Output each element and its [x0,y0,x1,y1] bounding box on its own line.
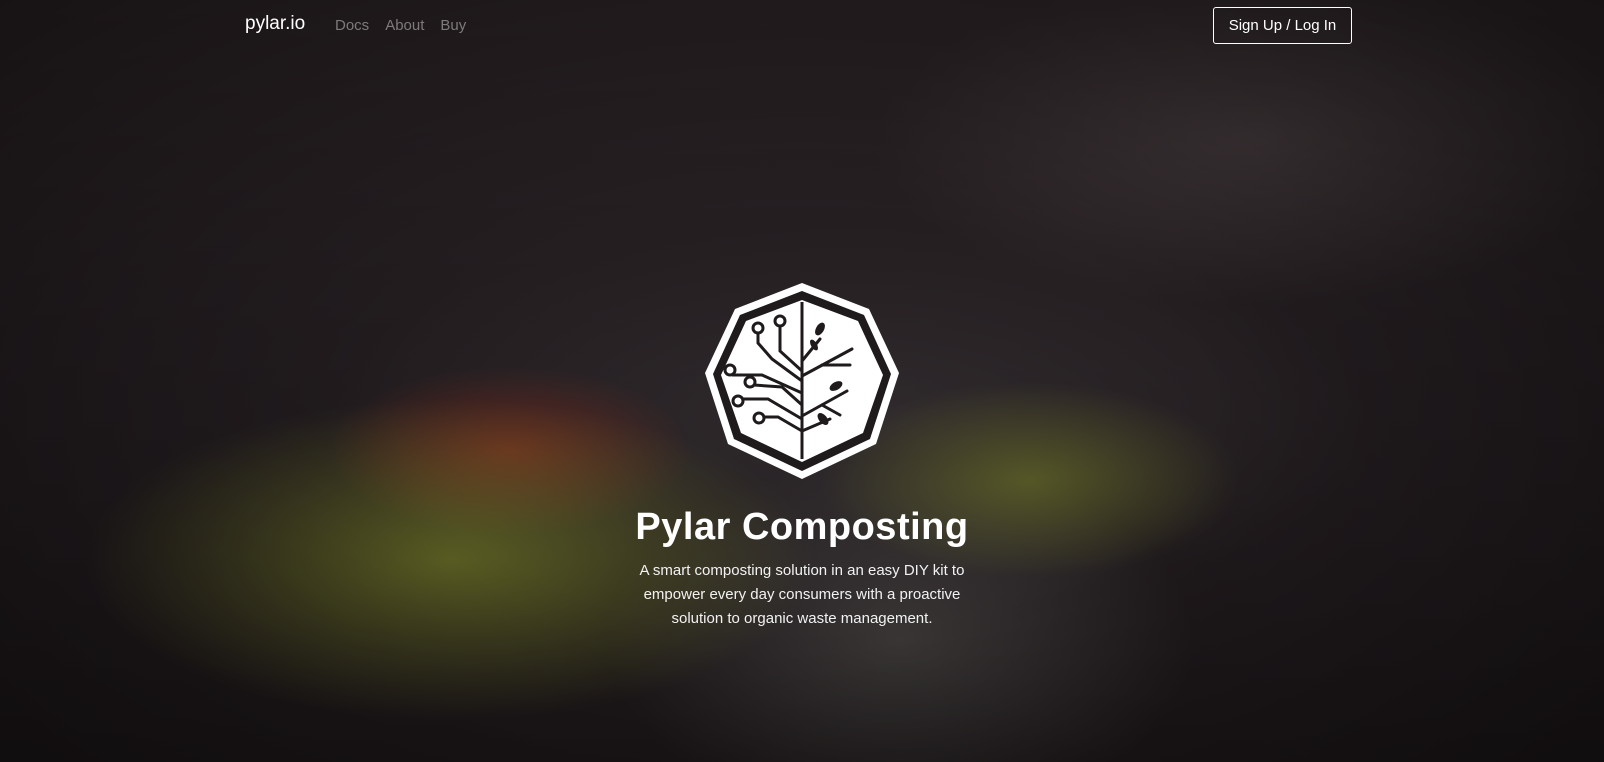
nav-link-about[interactable]: About [385,17,424,34]
navbar: pylar.io Docs About Buy Sign Up / Log In [0,0,1604,52]
page-title: Pylar Composting [635,506,969,548]
pylar-logo-icon [705,283,899,479]
nav-link-docs[interactable]: Docs [335,17,369,34]
hero-tagline: A smart composting solution in an easy D… [639,562,965,627]
hero-content: Pylar Composting A smart composting solu… [0,281,1604,631]
brand-link[interactable]: pylar.io [245,13,305,35]
nav-links: Docs About Buy [335,17,466,34]
hero-background: pylar.io Docs About Buy Sign Up / Log In [0,0,1604,762]
nav-link-buy[interactable]: Buy [440,17,466,34]
signup-login-button[interactable]: Sign Up / Log In [1213,7,1352,44]
